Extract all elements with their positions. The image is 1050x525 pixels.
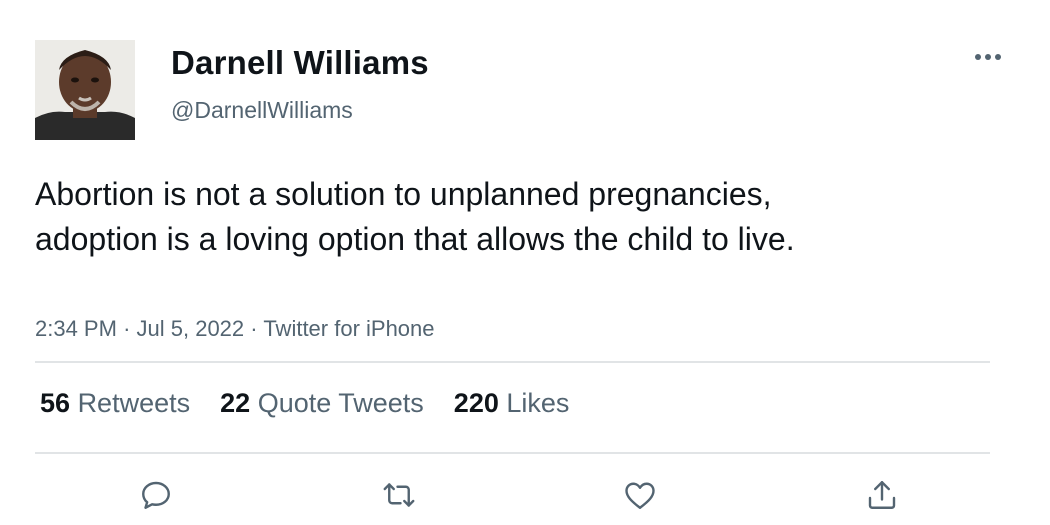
retweet-button[interactable] bbox=[377, 473, 421, 517]
reply-button[interactable] bbox=[134, 473, 178, 517]
display-name[interactable]: Darnell Williams bbox=[171, 44, 429, 82]
likes-count: 220 bbox=[453, 388, 499, 418]
divider bbox=[35, 452, 990, 454]
retweets-stat[interactable]: 56 Retweets bbox=[40, 388, 190, 419]
quote-tweets-stat[interactable]: 22 Quote Tweets bbox=[220, 388, 424, 419]
likes-label: Likes bbox=[506, 388, 570, 418]
heart-icon bbox=[625, 482, 655, 509]
meta-separator: · bbox=[250, 316, 258, 341]
tweet-date[interactable]: Jul 5, 2022 bbox=[137, 316, 245, 341]
user-handle[interactable]: @DarnellWilliams bbox=[171, 97, 353, 124]
tweet-source[interactable]: Twitter for iPhone bbox=[263, 316, 434, 341]
quote-tweets-count: 22 bbox=[220, 388, 251, 418]
likes-stat[interactable]: 220 Likes bbox=[454, 388, 570, 419]
divider bbox=[35, 361, 990, 363]
like-button[interactable] bbox=[618, 473, 662, 517]
retweet-icon bbox=[383, 483, 415, 507]
reply-icon bbox=[142, 481, 170, 509]
meta-separator: · bbox=[123, 316, 131, 341]
more-options-button[interactable] bbox=[968, 42, 1008, 72]
quote-tweets-label: Quote Tweets bbox=[257, 388, 424, 418]
tweet-time[interactable]: 2:34 PM bbox=[35, 316, 117, 341]
share-button[interactable] bbox=[860, 473, 904, 517]
more-horizontal-icon bbox=[975, 54, 1001, 60]
engagement-stats: 56 Retweets 22 Quote Tweets 220 Likes bbox=[40, 388, 599, 419]
avatar[interactable] bbox=[35, 40, 135, 140]
retweets-label: Retweets bbox=[77, 388, 191, 418]
retweets-count: 56 bbox=[40, 388, 71, 418]
tweet-text: Abortion is not a solution to unplanned … bbox=[35, 176, 795, 257]
share-icon bbox=[868, 481, 896, 509]
tweet-meta: 2:34 PM · Jul 5, 2022 · Twitter for iPho… bbox=[35, 316, 435, 342]
